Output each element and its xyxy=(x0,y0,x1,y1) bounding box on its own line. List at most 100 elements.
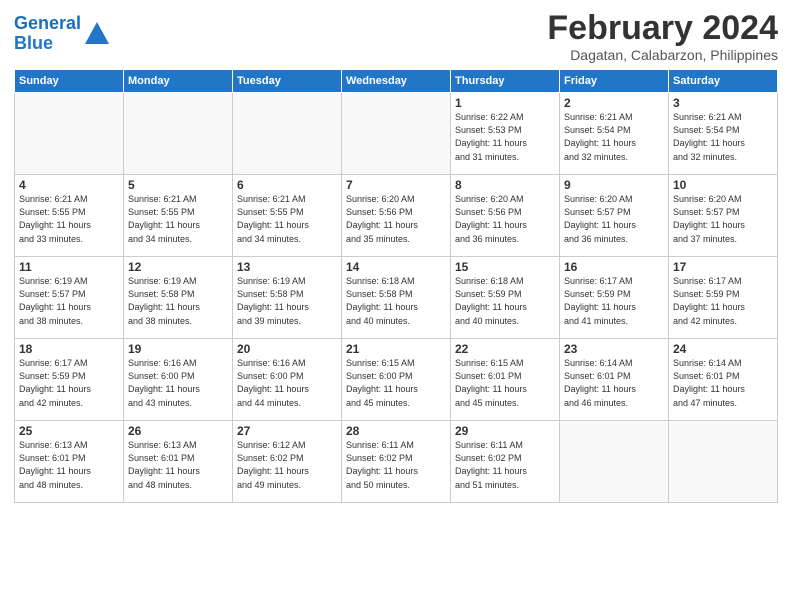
calendar-header-row: SundayMondayTuesdayWednesdayThursdayFrid… xyxy=(15,70,778,93)
calendar-day-cell: 27Sunrise: 6:12 AMSunset: 6:02 PMDayligh… xyxy=(233,421,342,503)
location: Dagatan, Calabarzon, Philippines xyxy=(547,47,778,63)
calendar-week-row: 25Sunrise: 6:13 AMSunset: 6:01 PMDayligh… xyxy=(15,421,778,503)
day-number: 24 xyxy=(673,342,773,356)
calendar-header-cell: Saturday xyxy=(669,70,778,93)
calendar-header-cell: Wednesday xyxy=(342,70,451,93)
calendar-day-cell: 6Sunrise: 6:21 AMSunset: 5:55 PMDaylight… xyxy=(233,175,342,257)
day-number: 9 xyxy=(564,178,664,192)
calendar-day-cell: 14Sunrise: 6:18 AMSunset: 5:58 PMDayligh… xyxy=(342,257,451,339)
calendar-day-cell: 21Sunrise: 6:15 AMSunset: 6:00 PMDayligh… xyxy=(342,339,451,421)
calendar-day-cell xyxy=(560,421,669,503)
logo-icon xyxy=(83,20,111,48)
day-info: Sunrise: 6:21 AMSunset: 5:55 PMDaylight:… xyxy=(19,193,119,245)
calendar-day-cell: 7Sunrise: 6:20 AMSunset: 5:56 PMDaylight… xyxy=(342,175,451,257)
day-number: 4 xyxy=(19,178,119,192)
day-number: 23 xyxy=(564,342,664,356)
calendar-header-cell: Sunday xyxy=(15,70,124,93)
day-info: Sunrise: 6:17 AMSunset: 5:59 PMDaylight:… xyxy=(564,275,664,327)
calendar-week-row: 11Sunrise: 6:19 AMSunset: 5:57 PMDayligh… xyxy=(15,257,778,339)
calendar-day-cell: 22Sunrise: 6:15 AMSunset: 6:01 PMDayligh… xyxy=(451,339,560,421)
calendar-day-cell: 25Sunrise: 6:13 AMSunset: 6:01 PMDayligh… xyxy=(15,421,124,503)
calendar-day-cell: 4Sunrise: 6:21 AMSunset: 5:55 PMDaylight… xyxy=(15,175,124,257)
calendar-day-cell: 19Sunrise: 6:16 AMSunset: 6:00 PMDayligh… xyxy=(124,339,233,421)
calendar-day-cell: 23Sunrise: 6:14 AMSunset: 6:01 PMDayligh… xyxy=(560,339,669,421)
day-info: Sunrise: 6:15 AMSunset: 6:00 PMDaylight:… xyxy=(346,357,446,409)
calendar-day-cell: 2Sunrise: 6:21 AMSunset: 5:54 PMDaylight… xyxy=(560,93,669,175)
day-number: 19 xyxy=(128,342,228,356)
day-info: Sunrise: 6:22 AMSunset: 5:53 PMDaylight:… xyxy=(455,111,555,163)
day-info: Sunrise: 6:13 AMSunset: 6:01 PMDaylight:… xyxy=(19,439,119,491)
calendar-day-cell: 20Sunrise: 6:16 AMSunset: 6:00 PMDayligh… xyxy=(233,339,342,421)
page: General Blue February 2024 Dagatan, Cala… xyxy=(0,0,792,612)
calendar-day-cell: 24Sunrise: 6:14 AMSunset: 6:01 PMDayligh… xyxy=(669,339,778,421)
calendar-day-cell: 28Sunrise: 6:11 AMSunset: 6:02 PMDayligh… xyxy=(342,421,451,503)
day-number: 21 xyxy=(346,342,446,356)
day-number: 20 xyxy=(237,342,337,356)
day-number: 7 xyxy=(346,178,446,192)
day-number: 25 xyxy=(19,424,119,438)
day-info: Sunrise: 6:13 AMSunset: 6:01 PMDaylight:… xyxy=(128,439,228,491)
day-info: Sunrise: 6:16 AMSunset: 6:00 PMDaylight:… xyxy=(237,357,337,409)
calendar-day-cell xyxy=(342,93,451,175)
title-area: February 2024 Dagatan, Calabarzon, Phili… xyxy=(547,10,778,63)
day-number: 3 xyxy=(673,96,773,110)
day-number: 28 xyxy=(346,424,446,438)
calendar-day-cell: 1Sunrise: 6:22 AMSunset: 5:53 PMDaylight… xyxy=(451,93,560,175)
calendar-day-cell: 10Sunrise: 6:20 AMSunset: 5:57 PMDayligh… xyxy=(669,175,778,257)
day-info: Sunrise: 6:20 AMSunset: 5:57 PMDaylight:… xyxy=(564,193,664,245)
day-info: Sunrise: 6:20 AMSunset: 5:56 PMDaylight:… xyxy=(346,193,446,245)
day-info: Sunrise: 6:11 AMSunset: 6:02 PMDaylight:… xyxy=(455,439,555,491)
calendar-header-cell: Friday xyxy=(560,70,669,93)
logo: General Blue xyxy=(14,14,111,54)
day-number: 2 xyxy=(564,96,664,110)
day-number: 10 xyxy=(673,178,773,192)
day-info: Sunrise: 6:21 AMSunset: 5:54 PMDaylight:… xyxy=(673,111,773,163)
month-title: February 2024 xyxy=(547,10,778,47)
day-info: Sunrise: 6:16 AMSunset: 6:00 PMDaylight:… xyxy=(128,357,228,409)
day-info: Sunrise: 6:18 AMSunset: 5:59 PMDaylight:… xyxy=(455,275,555,327)
calendar-day-cell: 15Sunrise: 6:18 AMSunset: 5:59 PMDayligh… xyxy=(451,257,560,339)
day-number: 27 xyxy=(237,424,337,438)
logo-general: General xyxy=(14,13,81,33)
calendar-week-row: 4Sunrise: 6:21 AMSunset: 5:55 PMDaylight… xyxy=(15,175,778,257)
calendar-table: SundayMondayTuesdayWednesdayThursdayFrid… xyxy=(14,69,778,503)
calendar-day-cell: 26Sunrise: 6:13 AMSunset: 6:01 PMDayligh… xyxy=(124,421,233,503)
day-info: Sunrise: 6:17 AMSunset: 5:59 PMDaylight:… xyxy=(673,275,773,327)
day-number: 5 xyxy=(128,178,228,192)
calendar-week-row: 1Sunrise: 6:22 AMSunset: 5:53 PMDaylight… xyxy=(15,93,778,175)
day-info: Sunrise: 6:20 AMSunset: 5:57 PMDaylight:… xyxy=(673,193,773,245)
day-number: 1 xyxy=(455,96,555,110)
day-number: 15 xyxy=(455,260,555,274)
day-number: 14 xyxy=(346,260,446,274)
calendar-day-cell xyxy=(124,93,233,175)
day-info: Sunrise: 6:21 AMSunset: 5:55 PMDaylight:… xyxy=(128,193,228,245)
day-number: 12 xyxy=(128,260,228,274)
day-info: Sunrise: 6:20 AMSunset: 5:56 PMDaylight:… xyxy=(455,193,555,245)
day-info: Sunrise: 6:19 AMSunset: 5:57 PMDaylight:… xyxy=(19,275,119,327)
calendar-day-cell: 16Sunrise: 6:17 AMSunset: 5:59 PMDayligh… xyxy=(560,257,669,339)
logo-blue: Blue xyxy=(14,33,53,53)
day-number: 17 xyxy=(673,260,773,274)
calendar-header-cell: Monday xyxy=(124,70,233,93)
calendar-day-cell: 9Sunrise: 6:20 AMSunset: 5:57 PMDaylight… xyxy=(560,175,669,257)
day-info: Sunrise: 6:12 AMSunset: 6:02 PMDaylight:… xyxy=(237,439,337,491)
calendar-day-cell: 8Sunrise: 6:20 AMSunset: 5:56 PMDaylight… xyxy=(451,175,560,257)
calendar-day-cell: 11Sunrise: 6:19 AMSunset: 5:57 PMDayligh… xyxy=(15,257,124,339)
calendar-week-row: 18Sunrise: 6:17 AMSunset: 5:59 PMDayligh… xyxy=(15,339,778,421)
day-info: Sunrise: 6:19 AMSunset: 5:58 PMDaylight:… xyxy=(128,275,228,327)
day-info: Sunrise: 6:11 AMSunset: 6:02 PMDaylight:… xyxy=(346,439,446,491)
calendar-day-cell: 18Sunrise: 6:17 AMSunset: 5:59 PMDayligh… xyxy=(15,339,124,421)
day-number: 16 xyxy=(564,260,664,274)
calendar-day-cell: 13Sunrise: 6:19 AMSunset: 5:58 PMDayligh… xyxy=(233,257,342,339)
calendar-day-cell xyxy=(15,93,124,175)
calendar-day-cell: 12Sunrise: 6:19 AMSunset: 5:58 PMDayligh… xyxy=(124,257,233,339)
day-info: Sunrise: 6:21 AMSunset: 5:54 PMDaylight:… xyxy=(564,111,664,163)
day-info: Sunrise: 6:17 AMSunset: 5:59 PMDaylight:… xyxy=(19,357,119,409)
day-info: Sunrise: 6:14 AMSunset: 6:01 PMDaylight:… xyxy=(673,357,773,409)
logo-text: General Blue xyxy=(14,14,81,54)
calendar-day-cell: 5Sunrise: 6:21 AMSunset: 5:55 PMDaylight… xyxy=(124,175,233,257)
day-number: 13 xyxy=(237,260,337,274)
header: General Blue February 2024 Dagatan, Cala… xyxy=(14,10,778,63)
day-info: Sunrise: 6:18 AMSunset: 5:58 PMDaylight:… xyxy=(346,275,446,327)
day-info: Sunrise: 6:21 AMSunset: 5:55 PMDaylight:… xyxy=(237,193,337,245)
